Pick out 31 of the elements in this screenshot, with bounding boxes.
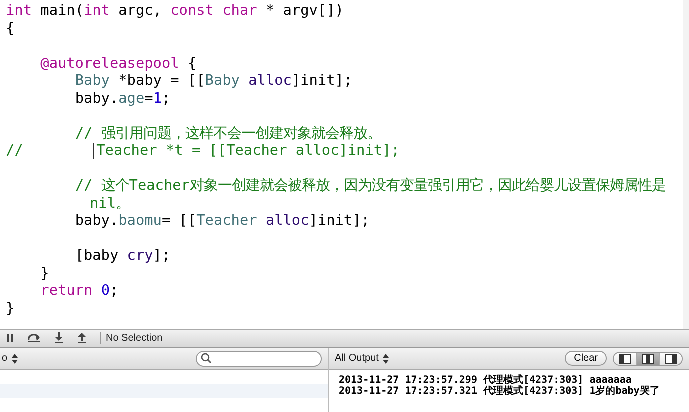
search-icon — [200, 353, 212, 364]
code-line: // 这个Teacher对象一创建就会被释放，因为没有变量强引用它，因此给婴儿设置保姆属性是nil。 — [74, 178, 667, 213]
code-line: Baby *baby = [[Baby alloc]init]; — [74, 73, 354, 90]
view-toggle-button[interactable] — [614, 352, 637, 364]
code-line: return 0; — [40, 283, 120, 300]
up-down-arrows-icon — [382, 354, 389, 364]
step-into-icon[interactable] — [54, 332, 64, 344]
up-down-arrows-icon — [12, 354, 18, 364]
status-text: No Selection — [106, 332, 163, 344]
output-filter-popup[interactable]: All Output — [335, 353, 389, 364]
text-cursor — [92, 143, 94, 160]
search-field[interactable] — [196, 350, 322, 366]
code-line: } — [40, 266, 50, 283]
code-line: baby.baomu= [[Teacher alloc]init]; — [74, 213, 371, 230]
code-line: } — [6, 300, 16, 318]
code-line: [baby cry]; — [74, 248, 172, 266]
code-line: // Teacher *t = [[Teacher alloc]init]; — [6, 143, 401, 160]
code-line: @autoreleasepool { — [40, 56, 198, 73]
console-output-line: 2013-11-27 17:23:57.299 代理模式[4237:303] aaaaaaa — [339, 375, 633, 386]
step-over-icon[interactable] — [27, 333, 41, 344]
scope-popup[interactable]: o — [2, 353, 18, 364]
console-output-line: 2013-11-27 17:23:57.321 代理模式[4237:303] 1岁的baby哭了 — [339, 386, 661, 397]
code-line: int main(int argc, const char * argv[]) — [6, 3, 345, 20]
code-line: baby.age=1; — [74, 90, 172, 108]
code-line: { — [6, 20, 16, 38]
view-toggle-button[interactable] — [660, 352, 682, 364]
view-toggle-button[interactable] — [637, 352, 660, 364]
step-out-icon[interactable] — [77, 332, 87, 344]
pause-icon[interactable] — [6, 333, 14, 344]
code-line: // 强引用问题，这样不会一创建对象就会释放。 — [74, 126, 382, 143]
clear-button[interactable]: Clear — [565, 351, 607, 366]
